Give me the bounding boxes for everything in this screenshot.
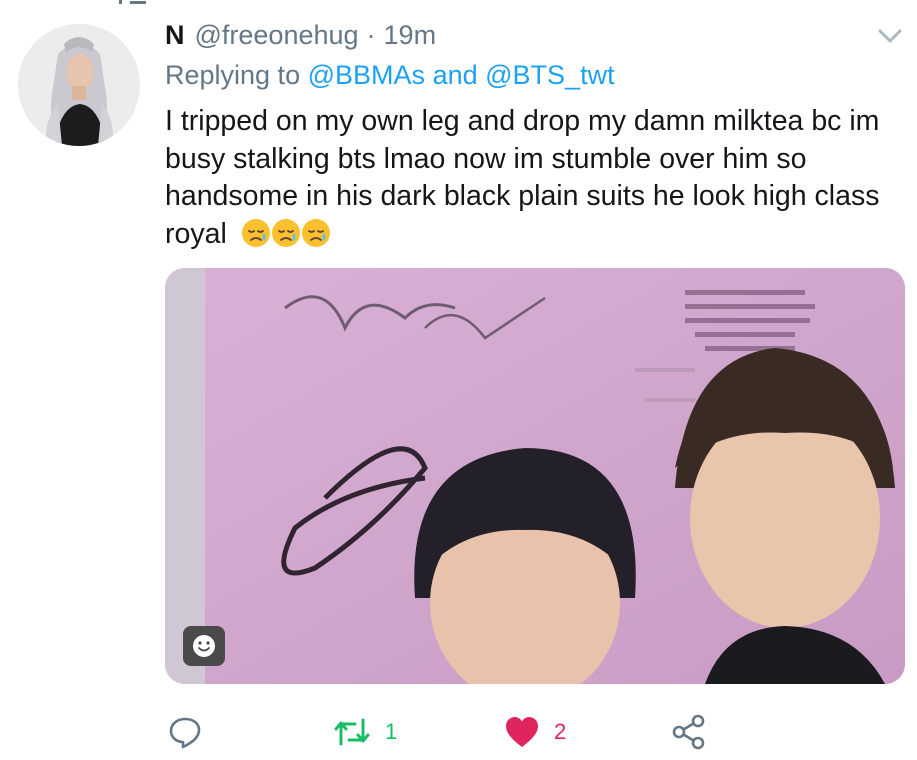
display-name[interactable]: N [165,20,185,51]
replying-to-line: Replying to @BBMAs and @BTS_twt [165,60,615,91]
heart-icon [506,717,538,747]
retweet-icon [334,718,370,746]
disappointed-relieved-face-icon [241,218,270,247]
avatar-image [18,24,140,146]
tweet-view: N @freeonehug · 19m Replying to @BBMAs a… [0,0,917,760]
emoji-group [241,218,331,248]
disappointed-relieved-face-icon [271,218,300,247]
replying-prefix: Replying to [165,60,301,90]
like-button[interactable]: 2 [504,710,566,754]
sticker-button[interactable] [183,626,225,666]
retweet-button[interactable]: 1 [333,710,397,754]
like-count: 2 [554,719,567,744]
tweet-body: I tripped on my own leg and drop my damn… [165,103,910,253]
tweet-actions: 1 2 [0,710,917,754]
reply-button[interactable] [167,710,203,754]
media-photo [165,268,905,684]
tweet-media[interactable] [165,268,905,684]
tweet-header: N @freeonehug · 19m [165,20,436,54]
mention-bts[interactable]: @BTS_twt [485,60,614,90]
header-separator: · [366,20,376,50]
user-handle[interactable]: @freeonehug [195,20,359,51]
avatar[interactable] [18,24,140,146]
tweet-timestamp[interactable]: 19m [384,20,437,51]
retweet-count: 1 [385,719,398,744]
previous-tweet-fragment [118,0,148,4]
tweet-options-button[interactable] [874,24,906,48]
disappointed-relieved-face-icon [301,218,330,247]
share-icon [672,714,705,750]
smiley-face-icon [193,635,215,657]
fragment-icon [119,0,146,4]
replying-joiner[interactable]: and [433,60,478,90]
chevron-down-icon [878,29,902,43]
comment-bubble-icon [169,717,201,749]
share-button[interactable] [670,710,708,754]
mention-bbmas[interactable]: @BBMAs [308,60,425,90]
